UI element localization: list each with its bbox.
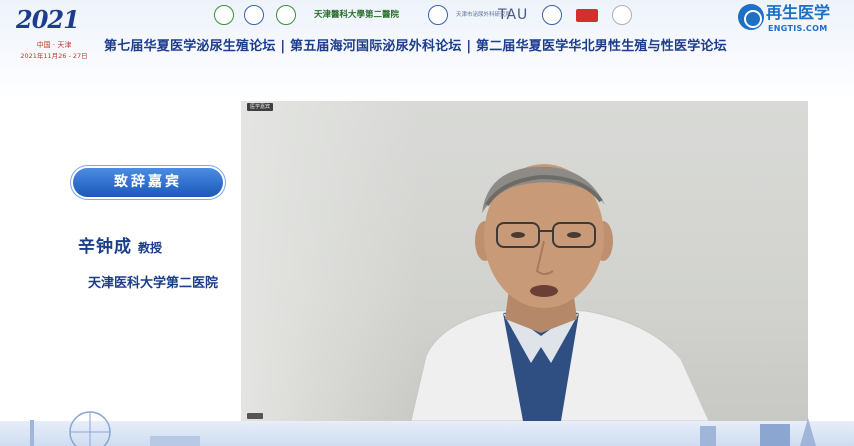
red-cross-emblem-icon xyxy=(276,5,296,25)
university-seal-icon xyxy=(244,5,264,25)
forum-title: 第七届华夏医学泌尿生殖论坛 | 第五届海河国际泌尿外科论坛 | 第二届华夏医学华… xyxy=(104,39,727,54)
speaker-video-figure xyxy=(410,164,710,421)
role-badge: 致辞嘉宾 xyxy=(73,168,223,197)
city-skyline-icon xyxy=(30,411,816,446)
institute-seal-icon xyxy=(428,5,448,25)
event-city: 中国 · 天津 xyxy=(36,41,72,49)
flag-emblem-icon xyxy=(576,9,598,22)
speaker-title: 教授 xyxy=(137,241,162,255)
header-bar: 2021 中国 · 天津 2021年11月26 - 27日 天津醫科大學第二醫院… xyxy=(0,0,854,100)
event-year-mark: 2021 xyxy=(16,5,80,34)
brand-logo: 再生医学 ENGTIS.COM xyxy=(738,2,850,36)
speaker-affiliation: 天津医科大学第二医院 xyxy=(87,276,218,291)
association-seal-icon xyxy=(542,5,562,25)
speaker-name-line: 辛钟成 教授 xyxy=(0,232,240,257)
sponsor-logos: 天津醫科大學第二醫院 天津市泌尿外科研究所 TAU xyxy=(214,5,644,27)
participant-name-tag: 医学嘉宾 xyxy=(247,103,273,111)
sponsor-emblem-icon xyxy=(214,5,234,25)
society-seal-icon xyxy=(612,5,632,25)
hospital-logo-text: 天津醫科大學第二醫院 xyxy=(314,10,400,20)
brand-swirl-icon xyxy=(738,4,764,30)
speaker-name: 辛钟成 xyxy=(77,237,132,257)
brand-url: ENGTIS.COM xyxy=(768,24,828,33)
event-dates: 2021年11月26 - 27日 xyxy=(20,52,88,60)
event-logo: 2021 中国 · 天津 2021年11月26 - 27日 xyxy=(8,5,100,61)
bottom-skyline-band xyxy=(0,411,854,446)
tau-logo: TAU xyxy=(498,7,529,23)
brand-name: 再生医学 xyxy=(766,3,831,22)
speaker-panel: 致辞嘉宾 辛钟成 教授 天津医科大学第二医院 xyxy=(0,150,240,310)
video-feed[interactable]: 医学嘉宾 xyxy=(241,101,808,421)
